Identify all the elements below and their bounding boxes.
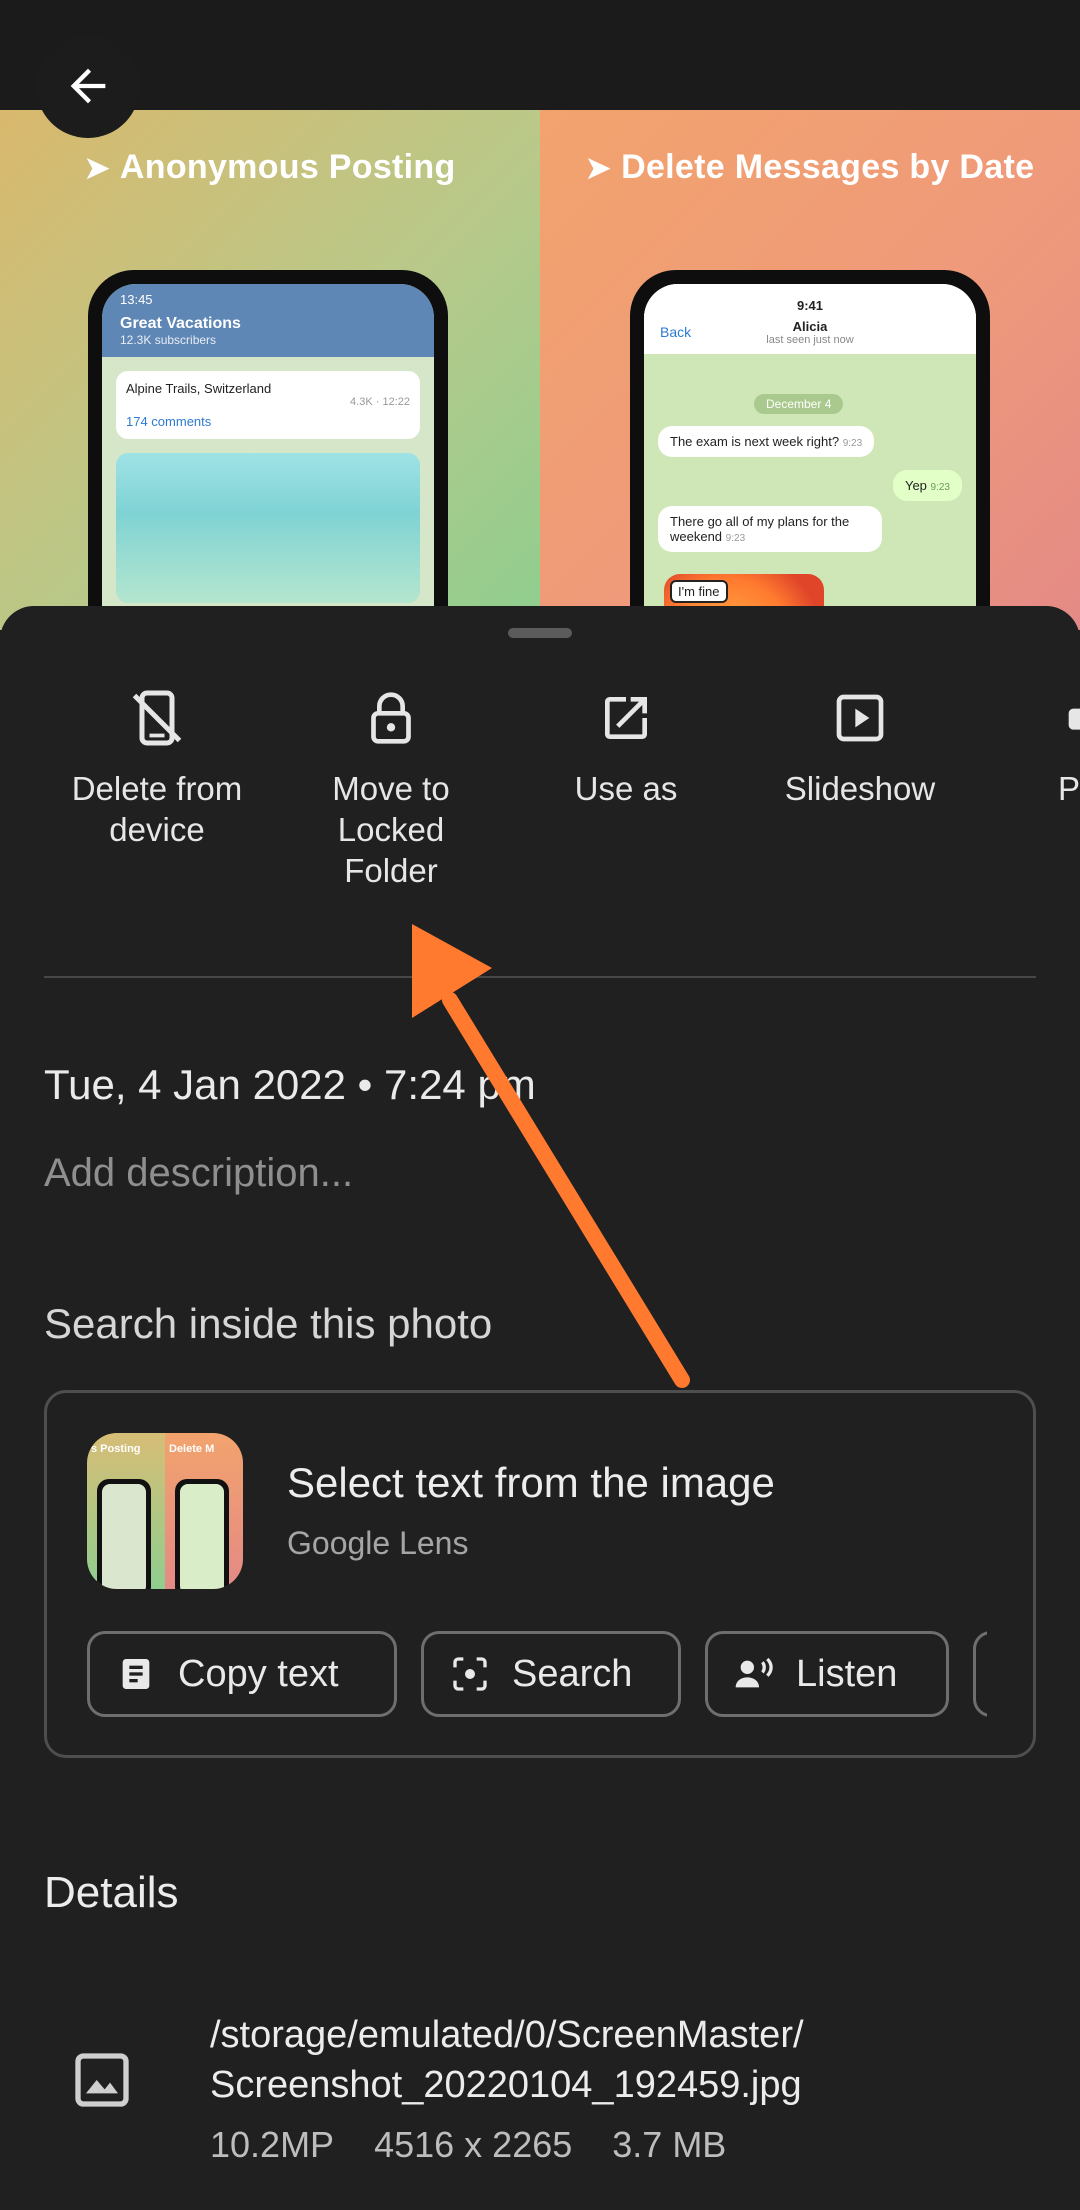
- channel-subscribers: 12.3K subscribers: [120, 333, 217, 347]
- play-icon: [828, 686, 892, 750]
- date-chip: December 4: [754, 394, 844, 414]
- lens-chip-row: Copy text Search Listen: [87, 1631, 987, 1721]
- move-to-locked-folder-button[interactable]: Move to Locked Folder: [291, 686, 491, 891]
- thumb-left: s Posting: [87, 1433, 165, 1589]
- phone-mockup-right: 9:41 Alicia last seen just now Back Dece…: [630, 270, 990, 630]
- telegram-plane-icon: ➤: [84, 152, 110, 185]
- top-bar: [0, 0, 1080, 112]
- promo-title-right-text: Delete Messages by Date: [621, 148, 1035, 186]
- file-path-line1: /storage/emulated/0/ScreenMaster/: [210, 2014, 804, 2056]
- telegram-plane-icon: ➤: [585, 152, 612, 185]
- contact-name: Alicia: [792, 319, 828, 334]
- status-time: 9:41: [796, 298, 824, 313]
- promo-title-left-text: Anonymous Posting: [119, 148, 456, 186]
- chat-back-link: Back: [660, 324, 692, 340]
- lens-search-icon: [448, 1652, 492, 1696]
- thumb-right-text: Delete M: [169, 1443, 215, 1455]
- channel-post: Alpine Trails, Switzerland 4.3K · 12:22 …: [116, 371, 420, 439]
- message-text: Yep: [904, 478, 927, 493]
- chip-label: Listen: [796, 1652, 898, 1695]
- image-file-icon: [70, 2048, 134, 2112]
- message-bubble: The exam is next week right? 9:23: [658, 426, 875, 457]
- file-size: 3.7 MB: [612, 2124, 727, 2165]
- phone-screen-right: 9:41 Alicia last seen just now Back Dece…: [644, 284, 976, 630]
- search-chip[interactable]: Search: [421, 1631, 681, 1717]
- listen-icon: [732, 1652, 776, 1696]
- message-bubble-own: Yep 9:23: [892, 470, 962, 501]
- print-icon: [1060, 686, 1080, 750]
- post-time: 12:22: [382, 396, 410, 408]
- post-views: 4.3K: [350, 396, 373, 408]
- divider: [44, 976, 1036, 978]
- google-lens-card[interactable]: s Posting Delete M Select text from the …: [44, 1390, 1036, 1758]
- phone-screen-left: 13:45 Great Vacations 12.3K subscribers …: [102, 284, 434, 630]
- copy-text-chip[interactable]: Copy text: [87, 1631, 397, 1717]
- channel-name: Great Vacations: [120, 315, 241, 332]
- use-as-button[interactable]: Use as: [526, 686, 726, 809]
- thumb-right: Delete M: [165, 1433, 243, 1589]
- file-megapixels: 10.2MP: [210, 2124, 335, 2165]
- action-label: Slideshow: [784, 770, 936, 807]
- thumb-phone-left: [97, 1479, 151, 1589]
- print-button[interactable]: P: [960, 686, 1080, 809]
- post-title: Alpine Trails, Switzerland: [126, 381, 272, 396]
- translate-chip[interactable]: [973, 1631, 987, 1717]
- document-icon: [114, 1652, 158, 1696]
- file-path: /storage/emulated/0/ScreenMaster/ Screen…: [210, 2010, 804, 2110]
- delete-from-device-button[interactable]: Delete from device: [57, 686, 257, 850]
- photo-preview[interactable]: ➤ Anonymous Posting 13:45 Great Vacations…: [0, 110, 1080, 630]
- action-label: Delete from device: [71, 770, 243, 848]
- chip-label: Copy text: [178, 1652, 339, 1695]
- chat-view: 9:41 Alicia last seen just now Back Dece…: [644, 284, 976, 630]
- thumb-left-text: s Posting: [91, 1443, 141, 1455]
- arrow-back-icon: [70, 68, 106, 104]
- post-comments: 174 comments: [126, 414, 212, 429]
- open-external-icon: [594, 686, 658, 750]
- promo-panel-left: ➤ Anonymous Posting 13:45 Great Vacations…: [0, 110, 540, 630]
- listen-chip[interactable]: Listen: [705, 1631, 949, 1717]
- promo-title-right: ➤ Delete Messages by Date: [540, 148, 1080, 187]
- status-time: 13:45: [120, 292, 153, 307]
- info-bottom-sheet: Delete from device Move to Locked Folder…: [0, 606, 1080, 2210]
- message-time: 9:23: [725, 533, 746, 544]
- action-label: Use as: [574, 770, 678, 807]
- beach-photo: [116, 453, 420, 603]
- phone-mockup-left: 13:45 Great Vacations 12.3K subscribers …: [88, 270, 448, 630]
- action-label: P: [1058, 770, 1080, 807]
- details-heading: Details: [44, 1868, 179, 1917]
- status-bar: 13:45: [102, 284, 434, 315]
- file-path-line2: Screenshot_20220104_192459.jpg: [210, 2064, 802, 2106]
- action-row: Delete from device Move to Locked Folder…: [0, 686, 1080, 896]
- message-time: 9:23: [930, 482, 950, 493]
- lens-card-title: Select text from the image: [287, 1459, 775, 1506]
- lens-thumbnail: s Posting Delete M: [87, 1433, 243, 1589]
- message-text: There go all of my plans for the weekend: [670, 514, 850, 544]
- message-text: The exam is next week right?: [670, 434, 840, 449]
- thumb-phone-screen: [180, 1484, 224, 1589]
- phone-off-icon: [125, 686, 189, 750]
- contact-last-seen: last seen just now: [766, 334, 854, 346]
- add-description-field[interactable]: Add description...: [44, 1151, 353, 1196]
- message-time: 9:23: [842, 438, 863, 449]
- search-inside-photo-heading: Search inside this photo: [44, 1300, 493, 1347]
- action-label: Move to Locked Folder: [332, 770, 450, 889]
- thumb-phone-right: [175, 1479, 229, 1589]
- lens-card-subtitle: Google Lens: [287, 1525, 469, 1561]
- lock-icon: [359, 686, 423, 750]
- post-stats: 4.3K · 12:22: [350, 396, 410, 408]
- promo-panel-right: ➤ Delete Messages by Date 9:41 Alicia las…: [540, 110, 1080, 630]
- thumb-phone-screen: [102, 1484, 146, 1589]
- drag-handle[interactable]: [508, 628, 572, 638]
- chip-label: Search: [512, 1652, 633, 1695]
- chat-header: 9:41 Alicia last seen just now: [644, 284, 976, 354]
- file-meta: 10.2MP 4516 x 2265 3.7 MB: [210, 2124, 766, 2166]
- promo-title-left: ➤ Anonymous Posting: [0, 148, 540, 187]
- channel-header: Great Vacations 12.3K subscribers: [102, 315, 434, 357]
- file-dimensions: 4516 x 2265: [374, 2124, 573, 2165]
- sticker-caption: I'm fine: [670, 580, 728, 603]
- slideshow-button[interactable]: Slideshow: [760, 686, 960, 809]
- message-bubble: There go all of my plans for the weekend…: [658, 506, 882, 552]
- back-button[interactable]: [36, 34, 140, 138]
- photo-date-time[interactable]: Tue, 4 Jan 2022 • 7:24 pm: [44, 1061, 536, 1109]
